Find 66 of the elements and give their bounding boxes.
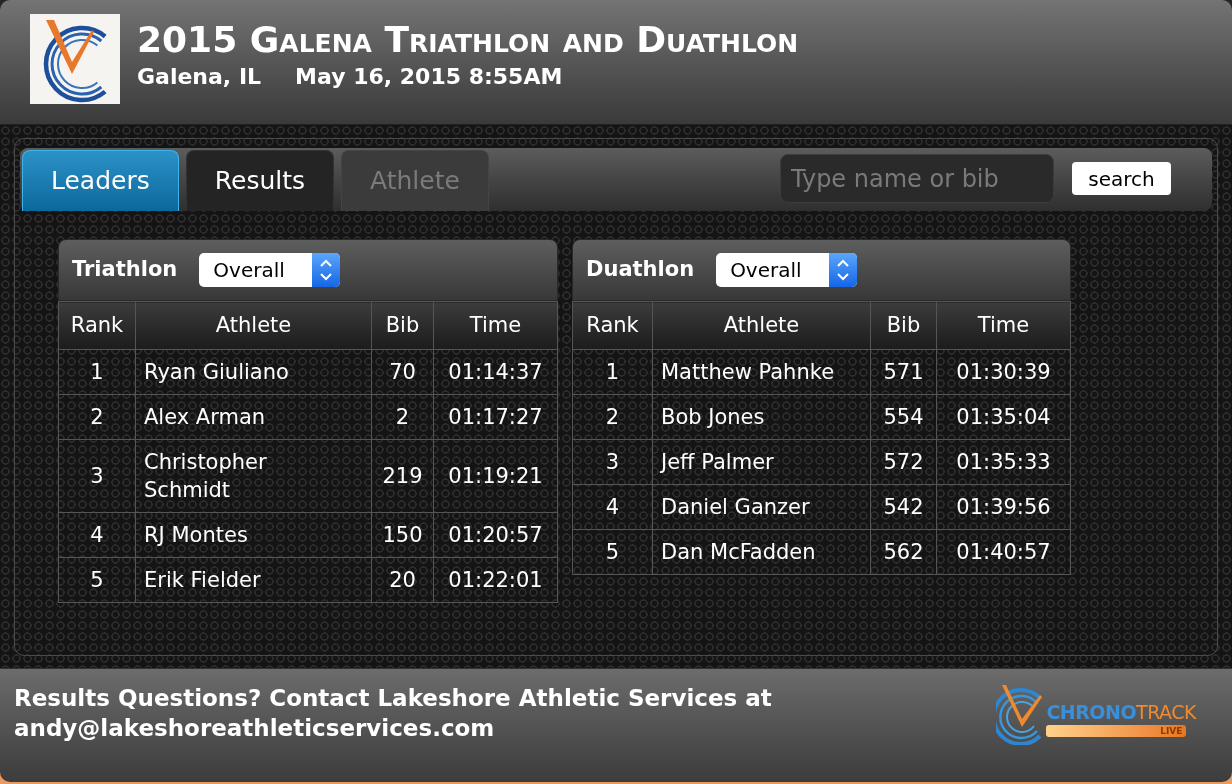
table-cell: 1 (572, 349, 653, 395)
event-location: Galena, IL (137, 63, 262, 91)
table-cell: 01:14:37 (433, 349, 558, 395)
table-cell: 4 (58, 512, 136, 558)
table-cell: 5 (572, 529, 653, 575)
filter-select[interactable]: Overall (716, 253, 858, 287)
table-cell: Dan McFadden (652, 529, 871, 575)
table-cell: Alex Arman (135, 394, 372, 440)
table-cell: 01:20:57 (433, 512, 558, 558)
logo-wordmark: CHRONOTRACK (1046, 701, 1196, 723)
table-cell: 542 (870, 484, 937, 530)
table-cell: 572 (870, 439, 937, 485)
table-cell: 554 (870, 394, 937, 440)
logo-icon (30, 14, 120, 104)
table-cell: 01:39:56 (936, 484, 1071, 530)
table-cell: 01:17:27 (433, 394, 558, 440)
table-cell: 01:40:57 (936, 529, 1071, 575)
table-cell: 219 (371, 439, 434, 513)
column-header: Rank (58, 301, 136, 350)
table-cell: 562 (870, 529, 937, 575)
table-cell: 150 (371, 512, 434, 558)
table-cell: Jeff Palmer (652, 439, 871, 485)
table-cell: 01:30:39 (936, 349, 1071, 395)
table-cell: 3 (572, 439, 653, 485)
table-cell: 01:35:04 (936, 394, 1071, 440)
table-cell: 01:35:33 (936, 439, 1071, 485)
table-cell: Bob Jones (652, 394, 871, 440)
table-cell: 571 (870, 349, 937, 395)
column-header: Bib (870, 301, 937, 350)
table-cell: 70 (371, 349, 434, 395)
table-cell: 01:22:01 (433, 557, 558, 603)
table-cell: Ryan Giuliano (135, 349, 372, 395)
table-cell: 2 (572, 394, 653, 440)
email-link[interactable]: andy@lakeshoreathleticservices.com (14, 713, 772, 743)
event-title: 2015 Galena Triathlon and Duathlon (137, 18, 799, 62)
tab[interactable]: Leaders (22, 150, 179, 211)
column-header: Rank (572, 301, 653, 350)
tab[interactable]: Results (185, 150, 335, 211)
search-field[interactable]: Type name or bib (780, 154, 1054, 203)
table-cell: Erik Fielder (135, 557, 372, 603)
leaderboard-title: Triathlon (72, 256, 178, 284)
contact-text: Results Questions? Contact Lakeshore Athletic Services at (14, 684, 772, 713)
column-header: Time (433, 301, 558, 350)
event-datetime: May 16, 2015 8:55AM (295, 63, 563, 91)
filter-select[interactable]: Overall (199, 253, 341, 287)
updown-chevron-icon (829, 253, 858, 287)
table-cell: 4 (572, 484, 653, 530)
table-cell: 1 (58, 349, 136, 395)
search-button[interactable]: search (1072, 162, 1171, 195)
table-cell: 2 (58, 394, 136, 440)
column-header: Athlete (135, 301, 372, 350)
table-cell: Daniel Ganzer (652, 484, 871, 530)
table-cell: 20 (371, 557, 434, 603)
leaderboard-title: Duathlon (586, 256, 695, 284)
table-cell: 2 (371, 394, 434, 440)
table-cell: Matthew Pahnke (652, 349, 871, 395)
table-cell: RJ Montes (135, 512, 372, 558)
column-header: Bib (371, 301, 434, 350)
column-header: Time (936, 301, 1071, 350)
live-tag: LIVE (1046, 725, 1187, 737)
table-cell: 5 (58, 557, 136, 603)
table-cell: 01:19:21 (433, 439, 558, 513)
table-cell: 3 (58, 439, 136, 513)
updown-chevron-icon (312, 253, 341, 287)
table-cell: Christopher Schmidt (135, 439, 372, 513)
column-header: Athlete (652, 301, 871, 350)
